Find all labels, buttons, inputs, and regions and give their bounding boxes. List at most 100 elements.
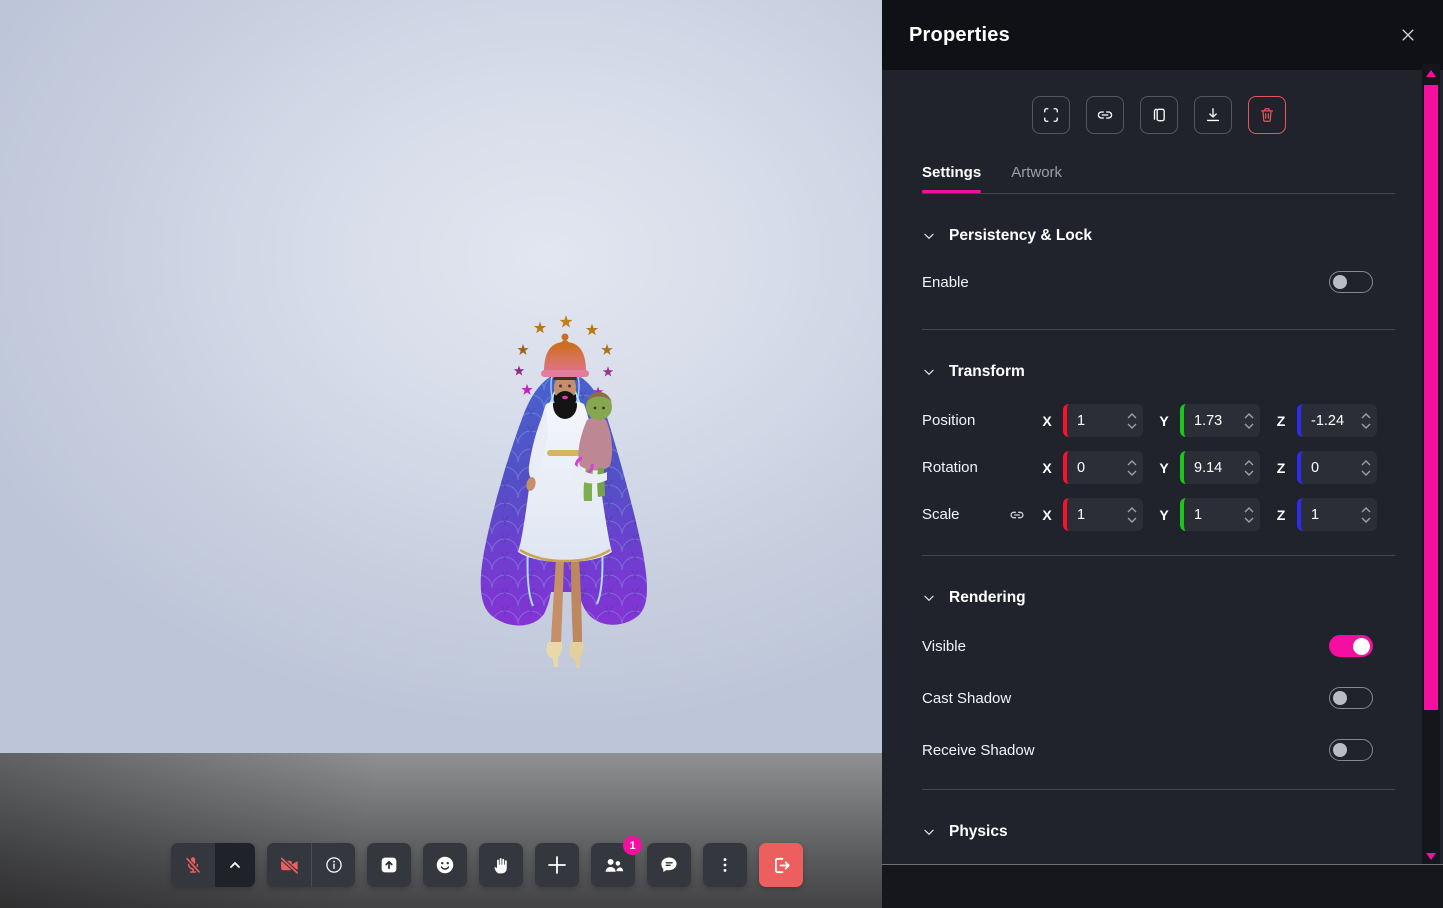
add-object-button[interactable] (535, 843, 579, 887)
position-label: Position (922, 412, 1008, 429)
share-upload-button[interactable] (367, 843, 411, 887)
camera-button-group (267, 843, 355, 887)
enable-toggle[interactable] (1329, 271, 1373, 293)
rotation-x-field (1063, 451, 1143, 484)
mic-mute-button[interactable] (171, 843, 215, 887)
tab-artwork[interactable]: Artwork (1011, 164, 1062, 193)
axis-y-label: Y (1157, 507, 1171, 523)
section-title: Physics (949, 823, 1008, 841)
scrollbar-thumb[interactable] (1424, 85, 1438, 710)
stepper-arrows[interactable] (1361, 451, 1371, 484)
axis-z-label: Z (1274, 460, 1288, 476)
panel-header: Properties (882, 0, 1443, 70)
chevron-down-icon (922, 591, 936, 605)
delete-button[interactable] (1248, 96, 1286, 134)
axis-x-label: X (1040, 460, 1054, 476)
section-transform[interactable]: Transform (922, 330, 1395, 381)
section-rendering[interactable]: Rendering (922, 556, 1395, 607)
rotation-z-field (1297, 451, 1377, 484)
chat-icon (658, 854, 680, 876)
scale-row: Scale X Y (922, 498, 1395, 531)
chevron-down-icon (922, 229, 936, 243)
chat-button[interactable] (647, 843, 691, 887)
position-row: Position X Y (922, 404, 1395, 437)
position-x-field (1063, 404, 1143, 437)
more-options-button[interactable] (703, 843, 747, 887)
receive-shadow-toggle[interactable] (1329, 739, 1373, 761)
axis-x-label: X (1040, 413, 1054, 429)
section-title: Transform (949, 363, 1025, 381)
download-button[interactable] (1194, 96, 1232, 134)
stepper-arrows[interactable] (1244, 404, 1254, 437)
emoji-button[interactable] (423, 843, 467, 887)
properties-panel: Properties (882, 0, 1443, 908)
stepper-arrows[interactable] (1127, 404, 1137, 437)
kebab-menu-icon (715, 855, 735, 875)
info-icon (324, 855, 344, 875)
axis-z-label: Z (1274, 413, 1288, 429)
download-icon (1203, 105, 1223, 125)
close-icon[interactable] (1399, 26, 1417, 44)
viewport-3d[interactable]: 1 (0, 0, 882, 908)
cast-shadow-row: Cast Shadow (922, 687, 1395, 709)
copy-button[interactable] (1140, 96, 1178, 134)
stepper-arrows[interactable] (1244, 498, 1254, 531)
receive-shadow-label: Receive Shadow (922, 742, 1035, 759)
participants-badge: 1 (623, 836, 642, 855)
focus-button[interactable] (1032, 96, 1070, 134)
scale-y-field (1180, 498, 1260, 531)
leave-icon (770, 854, 793, 877)
visible-toggle[interactable] (1329, 635, 1373, 657)
receive-shadow-row: Receive Shadow (922, 739, 1395, 761)
participants-icon (602, 854, 625, 877)
chevron-down-icon (922, 825, 936, 839)
stepper-arrows[interactable] (1127, 498, 1137, 531)
visible-label: Visible (922, 638, 966, 655)
raise-hand-icon (491, 855, 512, 876)
stepper-arrows[interactable] (1361, 404, 1371, 437)
object-actions (922, 96, 1395, 134)
rotation-y-field (1180, 451, 1260, 484)
scroll-down-arrow[interactable] (1426, 853, 1436, 860)
visible-row: Visible (922, 635, 1395, 657)
copy-icon (1149, 105, 1169, 125)
plus-icon (545, 853, 569, 877)
cast-shadow-label: Cast Shadow (922, 690, 1011, 707)
statue-3d-model[interactable] (440, 300, 680, 680)
panel-title: Properties (909, 24, 1010, 47)
mic-options-button[interactable] (215, 843, 255, 887)
panel-body: Settings Artwork Persistency & Lock Enab… (882, 70, 1443, 864)
stepper-arrows[interactable] (1361, 498, 1371, 531)
camera-info-button[interactable] (311, 843, 355, 887)
upload-box-icon (378, 854, 400, 876)
axis-z-label: Z (1274, 507, 1288, 523)
section-title: Rendering (949, 589, 1026, 607)
axis-y-label: Y (1157, 413, 1171, 429)
panel-tabs: Settings Artwork (922, 164, 1395, 193)
scale-link-icon[interactable] (1008, 506, 1026, 524)
scale-x-field (1063, 498, 1143, 531)
participants-button[interactable]: 1 (591, 843, 635, 887)
section-persistency-lock[interactable]: Persistency & Lock (922, 194, 1395, 245)
section-title: Persistency & Lock (949, 227, 1092, 245)
scale-label: Scale (922, 506, 1008, 523)
camera-off-button[interactable] (267, 843, 311, 887)
app-window: 1 (0, 0, 1443, 908)
panel-scrollbar[interactable] (1422, 64, 1440, 864)
smiley-icon (434, 854, 456, 876)
position-z-field (1297, 404, 1377, 437)
stepper-arrows[interactable] (1244, 451, 1254, 484)
tab-settings[interactable]: Settings (922, 164, 981, 193)
link-button[interactable] (1086, 96, 1124, 134)
axis-y-label: Y (1157, 460, 1171, 476)
camera-off-icon (278, 854, 301, 877)
rotation-row: Rotation X Y (922, 451, 1395, 484)
mic-button-group (171, 843, 255, 887)
cast-shadow-toggle[interactable] (1329, 687, 1373, 709)
section-physics[interactable]: Physics (922, 790, 1395, 841)
raise-hand-button[interactable] (479, 843, 523, 887)
scroll-up-arrow[interactable] (1426, 70, 1436, 77)
stepper-arrows[interactable] (1127, 451, 1137, 484)
leave-button[interactable] (759, 843, 803, 887)
link-icon (1095, 105, 1115, 125)
